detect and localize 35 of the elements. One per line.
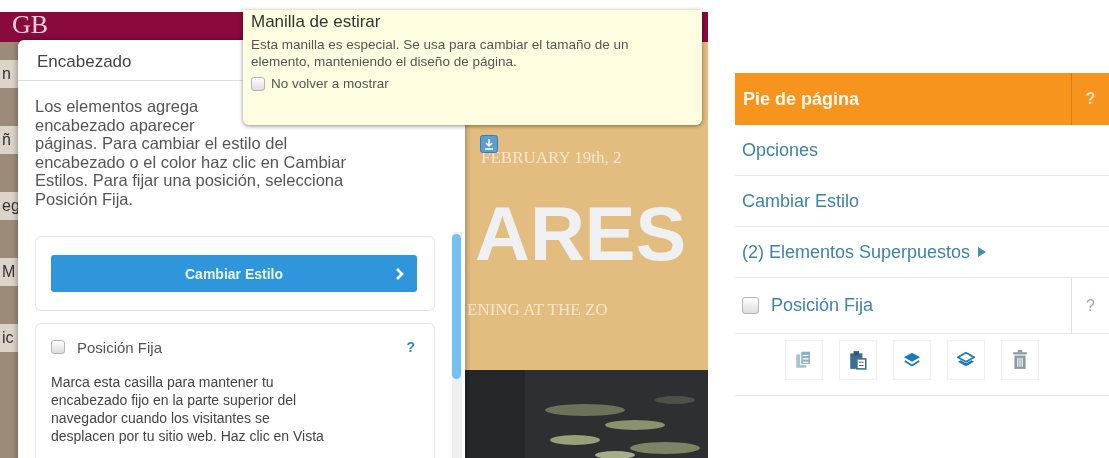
checkbox[interactable] xyxy=(51,340,65,354)
help-link[interactable]: ? xyxy=(1071,278,1109,333)
checkbox-label[interactable]: Posición Fija xyxy=(77,338,163,356)
site-logo: GB xyxy=(12,10,49,40)
hero-headline: ARES xyxy=(475,192,687,276)
checkbox[interactable] xyxy=(251,76,265,91)
menu-title: Pie de página xyxy=(742,88,861,110)
panel-title: Encabezado xyxy=(36,51,132,73)
stretch-handle-icon[interactable] xyxy=(480,135,498,153)
hero-subtitle: ENING AT THE ZO xyxy=(467,300,608,320)
checkbox-label[interactable]: Posición Fija xyxy=(771,295,874,316)
hero-date: FEBRUARY 19th, 2 xyxy=(481,148,622,168)
chevron-icon xyxy=(395,267,405,281)
tooltip-text: Esta manilla es especial. Se usa para cambiar el tamaño de un elemento, manteniendo el diseño de página. xyxy=(251,36,630,70)
help-link[interactable]: ? xyxy=(406,339,415,355)
toolbar-button[interactable] xyxy=(1001,340,1039,380)
intro-text: páginas. Para cambiar el estilo del encabezado o el color haz clic en Cambiar Estilos. Para fijar una posición, selecciona Posición Fija. xyxy=(35,134,347,208)
intro-text: encabezado aparecer xyxy=(35,115,195,134)
toolbar-button[interactable] xyxy=(839,340,877,380)
clipboard-icon xyxy=(849,350,867,370)
checkbox[interactable] xyxy=(742,297,759,314)
scrollbar-thumb[interactable] xyxy=(452,234,461,379)
menu-item[interactable]: (2) Elementos Superpuestos xyxy=(735,227,1109,278)
tooltip-title: Manilla de estirar xyxy=(251,12,381,32)
caret-icon xyxy=(978,247,987,257)
menu-item[interactable]: Cambiar Estilo xyxy=(735,176,1109,227)
toolbar-button[interactable] xyxy=(947,340,985,380)
menu-item[interactable]: Opciones xyxy=(735,125,1109,176)
toolbar-button[interactable] xyxy=(893,340,931,380)
intro-text: Los elementos agrega xyxy=(35,97,199,116)
checkbox-label[interactable]: No volver a mostrar xyxy=(271,76,389,91)
change-style-button[interactable]: Cambiar Estilo xyxy=(51,255,417,292)
trash-icon xyxy=(1011,350,1029,370)
copy-icon xyxy=(795,350,813,370)
description-text: Marca esta casilla para mantener tu encabezado fijo en la parte superior del navegador cuando los visitantes se desplacen por tu sitio web. Haz clic en Vista xyxy=(51,373,325,445)
